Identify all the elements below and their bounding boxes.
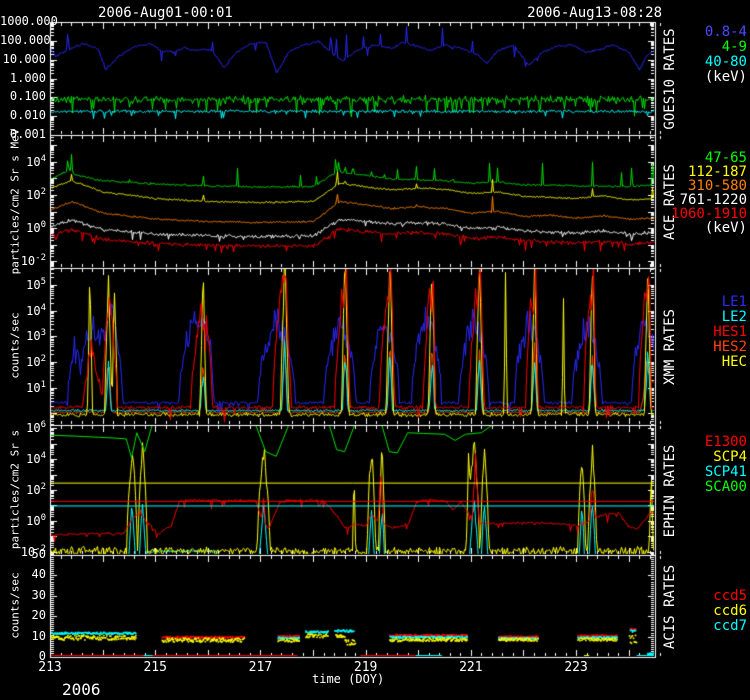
legend-goes10-0.8-4: 0.8-4 <box>705 24 747 40</box>
legend-xmm-LE1: LE1 <box>722 294 747 310</box>
y-tick-label-acis-2: 20 <box>0 608 46 622</box>
legend-acis-ccd7: ccd7 <box>713 618 747 634</box>
y-tick-label-goes10-2: 10.000 <box>0 52 46 66</box>
panel-title-ace: ACE RATES <box>662 147 678 257</box>
legend-ephin-E1300: E1300 <box>705 434 747 450</box>
y-tick-label-acis-3: 30 <box>0 588 46 602</box>
x-tick-label-219: 219 <box>348 660 384 675</box>
x-tick-label-221: 221 <box>453 660 489 675</box>
y-tick-label-xmm-1: 104 <box>0 303 46 318</box>
y-tick-label-goes10-6: 0.001 <box>0 127 46 141</box>
legend-ephin-SCA00: SCA00 <box>705 479 747 495</box>
x-tick-label-213: 213 <box>32 660 68 675</box>
y-tick-label-ace-1: 102 <box>0 187 46 202</box>
y-tick-label-ace-2: 100 <box>0 220 46 235</box>
legend-goes10-40-80: 40-80 <box>705 54 747 70</box>
y-tick-label-ephin-2: 102 <box>0 482 46 497</box>
y-tick-label-acis-1: 10 <box>0 629 46 643</box>
y-tick-label-xmm-4: 101 <box>0 380 46 395</box>
panel-title-xmm: XMM RATES <box>662 290 678 404</box>
y-tick-label-goes10-1: 100.000 <box>0 33 46 47</box>
y-tick-label-ephin-3: 100 <box>0 513 46 528</box>
y-tick-label-ace-0: 104 <box>0 154 46 169</box>
legend-xmm-LE2: LE2 <box>722 309 747 325</box>
y-tick-label-xmm-3: 102 <box>0 354 46 369</box>
legend-ephin-SCP41: SCP41 <box>705 464 747 480</box>
radiation-monitor-plot: 2006-Aug01-00:01 2006-Aug13-08:28 GOES10… <box>0 0 750 700</box>
legend-ephin-SCP4: SCP4 <box>713 449 747 465</box>
legend-xmm-HES1: HES1 <box>713 324 747 340</box>
panel-title-ephin: EPHIN RATES <box>662 431 678 551</box>
y-tick-label-xmm-2: 103 <box>0 328 46 343</box>
plot-start-datetime: 2006-Aug01-00:01 <box>98 5 233 21</box>
panel-title-goes10: GOES10 RATES <box>662 19 678 139</box>
chart-canvas <box>0 0 750 700</box>
panel-title-acis: ACIS RATES <box>662 547 678 667</box>
y-tick-label-ephin-1: 104 <box>0 451 46 466</box>
x-tick-label-217: 217 <box>242 660 278 675</box>
legend-goes10-4-9: 4-9 <box>722 39 747 55</box>
y-tick-label-acis-4: 40 <box>0 567 46 581</box>
y-tick-label-ace-3: 10-2 <box>0 253 46 268</box>
legend-goes10-(keV): (keV) <box>705 69 747 85</box>
y-tick-label-goes10-5: 0.010 <box>0 108 46 122</box>
plot-end-datetime: 2006-Aug13-08:28 <box>527 5 662 21</box>
legend-xmm-HEC: HEC <box>722 354 747 370</box>
legend-xmm-HES2: HES2 <box>713 339 747 355</box>
y-tick-label-goes10-4: 0.100 <box>0 89 46 103</box>
y-tick-label-goes10-0: 1000.000 <box>0 14 46 28</box>
x-axis-year: 2006 <box>62 680 101 699</box>
y-tick-label-xmm-0: 105 <box>0 277 46 292</box>
y-tick-label-acis-5: 50 <box>0 547 46 561</box>
x-tick-label-223: 223 <box>558 660 594 675</box>
y-tick-label-goes10-3: 1.000 <box>0 71 46 85</box>
x-tick-label-215: 215 <box>137 660 173 675</box>
y-tick-label-ephin-0: 106 <box>0 420 46 435</box>
legend-acis-ccd6: ccd6 <box>713 603 747 619</box>
legend-ace-(keV): (keV) <box>705 220 747 236</box>
legend-acis-ccd5: ccd5 <box>713 588 747 604</box>
